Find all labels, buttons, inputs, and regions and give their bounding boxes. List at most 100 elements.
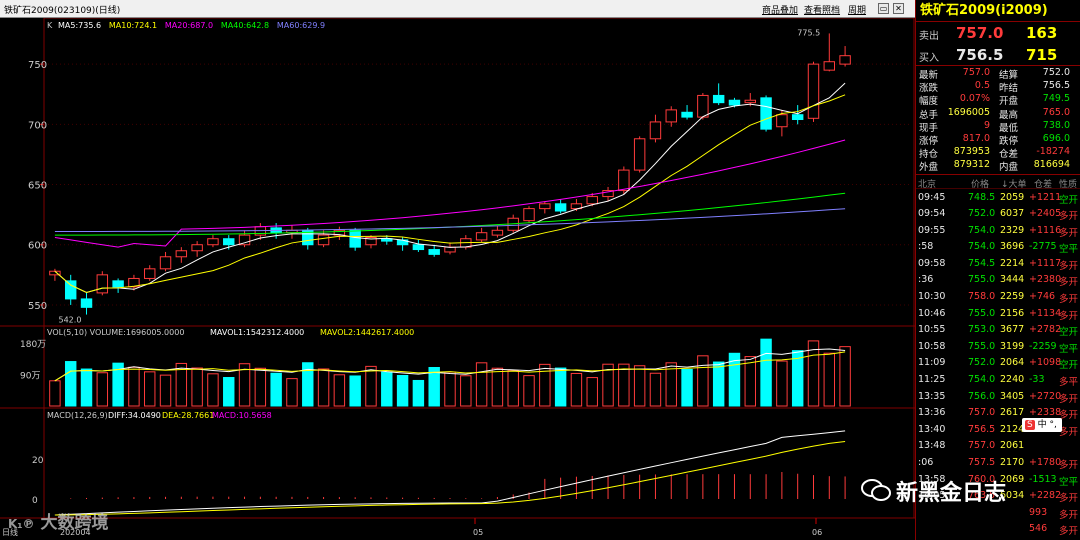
tick-cell: 13:48 — [918, 440, 946, 452]
volume-bar — [586, 377, 598, 407]
tick-row[interactable]: 13:35 756.0 3405 +2720 多开 — [916, 388, 1080, 405]
stat-value: 0.07% — [959, 93, 990, 105]
tick-cell: 546 — [1029, 523, 1048, 535]
tick-row[interactable]: :58 754.0 3696 -2775 空平 — [916, 238, 1080, 255]
tick-row[interactable]: 09:45 748.5 2059 +1211 空开 — [916, 189, 1080, 206]
volume-bar — [349, 375, 361, 407]
overlay-commodity-button[interactable]: 商品叠加 — [762, 3, 798, 16]
bid-price: 756.5 — [956, 46, 1004, 64]
tick-cell: 3405 — [1000, 390, 1025, 402]
wechat-icon — [861, 479, 891, 501]
stat-label: 总手 — [919, 109, 939, 121]
candle-body — [823, 61, 836, 71]
tick-cell: 多开 — [1059, 460, 1079, 471]
tick-row[interactable]: 10:58 755.0 3199 -2259 空平 — [916, 338, 1080, 355]
tick-cell: +1117 — [1029, 257, 1062, 269]
stat-value: 1696005 — [947, 106, 990, 118]
bid-volume: 715 — [1026, 46, 1058, 64]
volume-bar — [618, 363, 630, 407]
candle-body — [760, 97, 772, 130]
restore-icon[interactable]: ▭ — [878, 3, 889, 14]
tick-cell: +1098 — [1029, 357, 1062, 369]
tick-cell: 多开 — [1059, 277, 1079, 289]
tick-cell: 空开 — [1059, 327, 1079, 339]
candle-body — [64, 280, 77, 300]
tick-cell: +2405 — [1029, 208, 1062, 220]
tick-cell: 752.0 — [968, 357, 996, 369]
volume-bar — [317, 368, 330, 407]
volume-tick-label: 180万 — [20, 340, 46, 350]
tick-row[interactable]: 09:54 752.0 6037 +2405 多开 — [916, 205, 1080, 222]
tick-row[interactable]: 10:55 753.0 3677 +2782 空开 — [916, 321, 1080, 338]
tick-row[interactable]: 09:55 754.0 2329 +1116 多开 — [916, 222, 1080, 239]
ma-line — [54, 82, 846, 294]
tick-row[interactable]: 09:58 754.5 2214 +1117 多开 — [916, 255, 1080, 272]
tick-cell: 13:40 — [918, 423, 946, 435]
tick-cell: 09:54 — [918, 208, 946, 220]
chart-area[interactable]: 750 700 650 600 550 K MA5:735.6 MA10:724.1 MA20:… — [0, 17, 915, 540]
ma-line — [54, 94, 846, 294]
volume-bar — [460, 375, 472, 407]
dea-line — [54, 440, 846, 516]
tick-cell: 3696 — [1000, 241, 1025, 253]
stat-label: 结算 — [999, 70, 1019, 81]
tick-cell: :58 — [918, 241, 934, 253]
tick-cell: 空平 — [1059, 244, 1079, 256]
stat-label: 现手 — [919, 122, 939, 134]
ma-label: MA10:724.1 — [109, 21, 157, 30]
tick-row[interactable]: 11:09 752.0 2064 +1098 空开 — [916, 354, 1080, 371]
tick-row[interactable]: 10:46 755.0 2156 +1134 多开 — [916, 305, 1080, 322]
stat-value: 749.5 — [1042, 93, 1070, 105]
volume-bar — [223, 377, 235, 407]
volume-bar — [697, 355, 709, 407]
tick-cell: 空平 — [1059, 343, 1079, 355]
tick-cell: 2124 — [1000, 423, 1025, 435]
tick-cell: -1513 — [1029, 473, 1057, 485]
tick-cell: 2061 — [1000, 440, 1025, 452]
ma-line — [54, 208, 846, 232]
stat-value: 9 — [983, 119, 990, 131]
dea-label: DEA:28.7661 — [162, 411, 214, 420]
kline-chart[interactable]: 750 700 650 600 550 K MA5:735.6 MA10:724.1 MA20:… — [0, 17, 915, 540]
tick-cell: 2617 — [1000, 407, 1025, 419]
view-archive-button[interactable]: 查看照档 — [804, 3, 840, 16]
tick-row[interactable]: 546 多开 — [916, 520, 1080, 537]
close-icon[interactable]: ✕ — [893, 3, 904, 14]
indicator-label: K — [47, 21, 53, 30]
low-annotation: 542.0 — [59, 316, 82, 325]
high-annotation: 775.5 — [797, 28, 820, 37]
tick-row[interactable]: 13:48 757.0 2061 — [916, 437, 1080, 454]
period-button[interactable]: 周期 — [848, 3, 866, 16]
volume-bar — [128, 366, 140, 407]
candle-body — [191, 244, 203, 252]
candle-body — [175, 250, 188, 258]
volume-bar — [159, 374, 172, 407]
volume-bar — [254, 367, 267, 407]
tick-row[interactable]: :36 755.0 3444 +2380 多开 — [916, 271, 1080, 288]
volume-bar — [523, 375, 535, 407]
tick-cell: 13:36 — [918, 407, 946, 419]
candle-body — [317, 234, 330, 246]
tick-cell: 748.5 — [968, 191, 996, 203]
bid-ask-box: 卖出 757.0 163 买入 756.5 715 — [916, 22, 1080, 66]
bid-label: 买入 — [919, 53, 939, 64]
stat-row: 最新 757.0 结算 752.0 — [916, 67, 1080, 81]
stat-value: -18274 — [1036, 146, 1070, 158]
tick-cell: 2156 — [1000, 307, 1025, 319]
tick-cell: 3444 — [1000, 274, 1025, 286]
diff-line — [54, 430, 846, 516]
candle-body — [159, 256, 172, 270]
tick-cell: +1134 — [1029, 307, 1062, 319]
ime-indicator[interactable]: S 中 °, — [1022, 418, 1062, 432]
volume-bar — [475, 362, 488, 407]
tick-cell: 空开 — [1059, 194, 1079, 206]
tick-cell: 多开 — [1059, 393, 1079, 405]
tick-row[interactable]: 11:25 754.0 2240 -33 多平 — [916, 371, 1080, 388]
tick-row[interactable]: 10:30 758.0 2259 +746 多开 — [916, 288, 1080, 305]
tick-row[interactable]: :06 757.5 2170 +1780 多开 — [916, 454, 1080, 471]
volume-bar — [760, 338, 772, 407]
volume-bar — [270, 372, 282, 407]
volume-bar — [381, 371, 393, 407]
volume-bar — [333, 374, 346, 407]
tick-cell: 6037 — [1000, 208, 1025, 220]
